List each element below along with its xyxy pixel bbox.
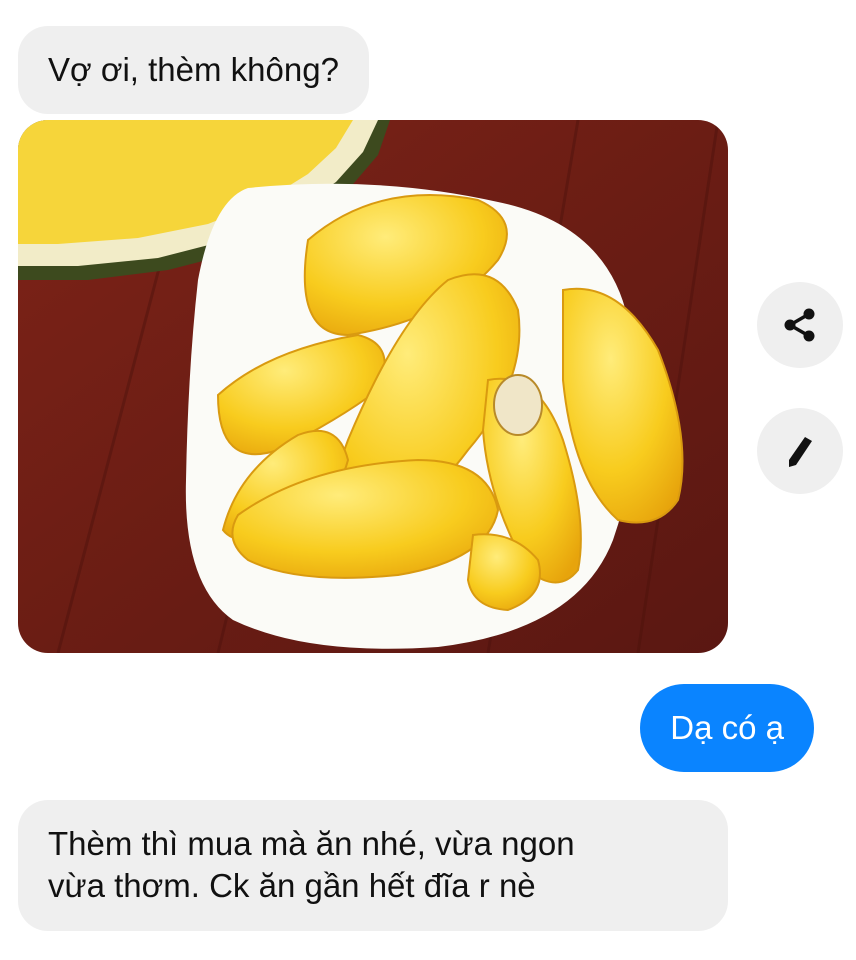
message-text: Vợ ơi, thèm không? — [48, 51, 339, 88]
message-bubble-incoming[interactable]: Vợ ơi, thèm không? — [18, 26, 369, 114]
jackfruit-photo — [18, 120, 728, 653]
message-text: Dạ có ạ — [670, 709, 784, 746]
photo-message[interactable] — [18, 120, 728, 653]
share-icon — [784, 308, 815, 342]
edit-button[interactable] — [757, 408, 843, 494]
message-bubble-incoming[interactable]: Thèm thì mua mà ăn nhé, vừa ngon vừa thơ… — [18, 800, 728, 931]
share-button[interactable] — [757, 282, 843, 368]
message-text-line: Thèm thì mua mà ăn nhé, vừa ngon — [48, 825, 575, 862]
message-bubble-outgoing[interactable]: Dạ có ạ — [640, 684, 814, 772]
pencil-icon — [789, 437, 812, 467]
message-text-line: vừa thơm. Ck ăn gần hết đĩa r nè — [48, 867, 536, 904]
